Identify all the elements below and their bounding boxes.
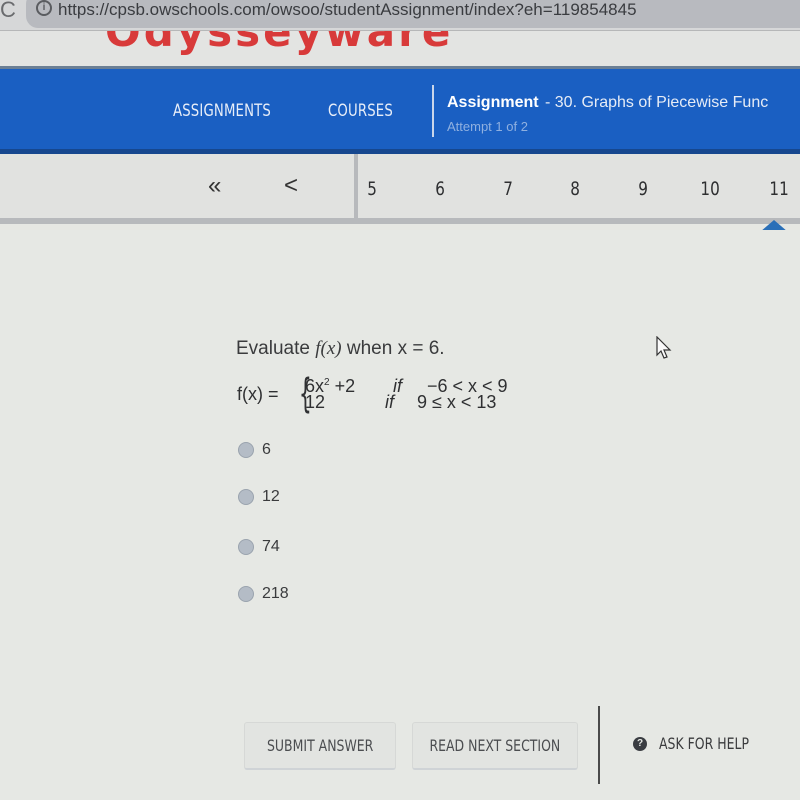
question-number-9[interactable]: 9 bbox=[638, 178, 648, 200]
radio-button[interactable] bbox=[238, 489, 254, 505]
case-2-if: if bbox=[385, 392, 394, 412]
function-label: f(x) = bbox=[237, 384, 279, 404]
mouse-cursor-icon bbox=[656, 336, 672, 359]
action-divider bbox=[598, 706, 600, 784]
site-info-icon[interactable]: i bbox=[36, 0, 52, 16]
attempt-count: Attempt 1 of 2 bbox=[447, 119, 528, 134]
choice-label: 218 bbox=[262, 585, 289, 602]
nav-divider bbox=[432, 85, 434, 137]
first-question-button[interactable]: « bbox=[208, 172, 221, 200]
answer-choice[interactable]: 12 bbox=[238, 486, 280, 508]
answer-choice[interactable]: 218 bbox=[238, 583, 289, 605]
case-1-if: if bbox=[393, 376, 402, 396]
answer-choice[interactable]: 6 bbox=[238, 439, 271, 461]
question-number-11[interactable]: 11 bbox=[769, 178, 788, 200]
page: C i https://cpsb.owschools.com/owsoo/stu… bbox=[0, 0, 800, 800]
prompt-condition: when x = 6. bbox=[341, 338, 445, 359]
case-1-constant: +2 bbox=[329, 376, 356, 396]
help-icon: ? bbox=[633, 736, 647, 751]
url-text[interactable]: https://cpsb.owschools.com/owsoo/student… bbox=[58, 0, 637, 20]
read-next-section-button[interactable]: READ NEXT SECTION bbox=[412, 722, 578, 770]
question-nav-controls: « < bbox=[0, 154, 358, 218]
radio-button[interactable] bbox=[238, 539, 254, 555]
radio-button[interactable] bbox=[238, 442, 254, 458]
choice-label: 12 bbox=[262, 488, 280, 505]
case-2-condition: 9 ≤ x < 13 bbox=[417, 392, 497, 412]
question-content: Evaluate f(x) when x = 6. f(x) = { 6x2 +… bbox=[0, 230, 800, 800]
brand-logo[interactable]: Odysseyware bbox=[105, 31, 453, 56]
question-number-7[interactable]: 7 bbox=[503, 178, 513, 200]
case-2-expression: 12 bbox=[305, 392, 326, 412]
browser-bar: C i https://cpsb.owschools.com/owsoo/stu… bbox=[0, 0, 800, 30]
question-number-8[interactable]: 8 bbox=[570, 178, 580, 200]
submit-answer-button[interactable]: SUBMIT ANSWER bbox=[244, 722, 396, 770]
ask-for-help-button[interactable]: ? ASK FOR HELP bbox=[633, 734, 774, 753]
question-number-10[interactable]: 10 bbox=[700, 178, 719, 200]
nav-assignments[interactable]: ASSIGNMENTS bbox=[173, 101, 271, 121]
prompt-text: Evaluate bbox=[236, 338, 316, 359]
assignment-title: Assignment bbox=[447, 94, 539, 111]
assignment-name: - 30. Graphs of Piecewise Func bbox=[545, 94, 769, 111]
logo-strip: Odysseyware bbox=[0, 30, 800, 66]
ask-for-help-label: ASK FOR HELP bbox=[659, 734, 750, 753]
choice-label: 6 bbox=[262, 441, 271, 458]
question-number-6[interactable]: 6 bbox=[435, 178, 445, 200]
previous-question-button[interactable]: < bbox=[284, 172, 298, 200]
reload-icon[interactable]: C bbox=[0, 0, 16, 23]
radio-button[interactable] bbox=[238, 586, 254, 602]
choice-label: 74 bbox=[262, 538, 280, 555]
top-navigation: ASSIGNMENTS COURSES Assignment - 30. Gra… bbox=[0, 66, 800, 154]
nav-courses[interactable]: COURSES bbox=[328, 101, 393, 121]
question-number-5[interactable]: 5 bbox=[367, 178, 377, 200]
question-prompt: Evaluate f(x) when x = 6. bbox=[236, 338, 445, 360]
read-next-section-label: READ NEXT SECTION bbox=[429, 736, 561, 755]
submit-answer-label: SUBMIT ANSWER bbox=[266, 736, 374, 755]
question-navigation: « < 5 6 7 8 9 10 11 bbox=[0, 154, 800, 232]
prompt-function: f(x) bbox=[315, 338, 342, 359]
answer-choice[interactable]: 74 bbox=[238, 536, 280, 558]
